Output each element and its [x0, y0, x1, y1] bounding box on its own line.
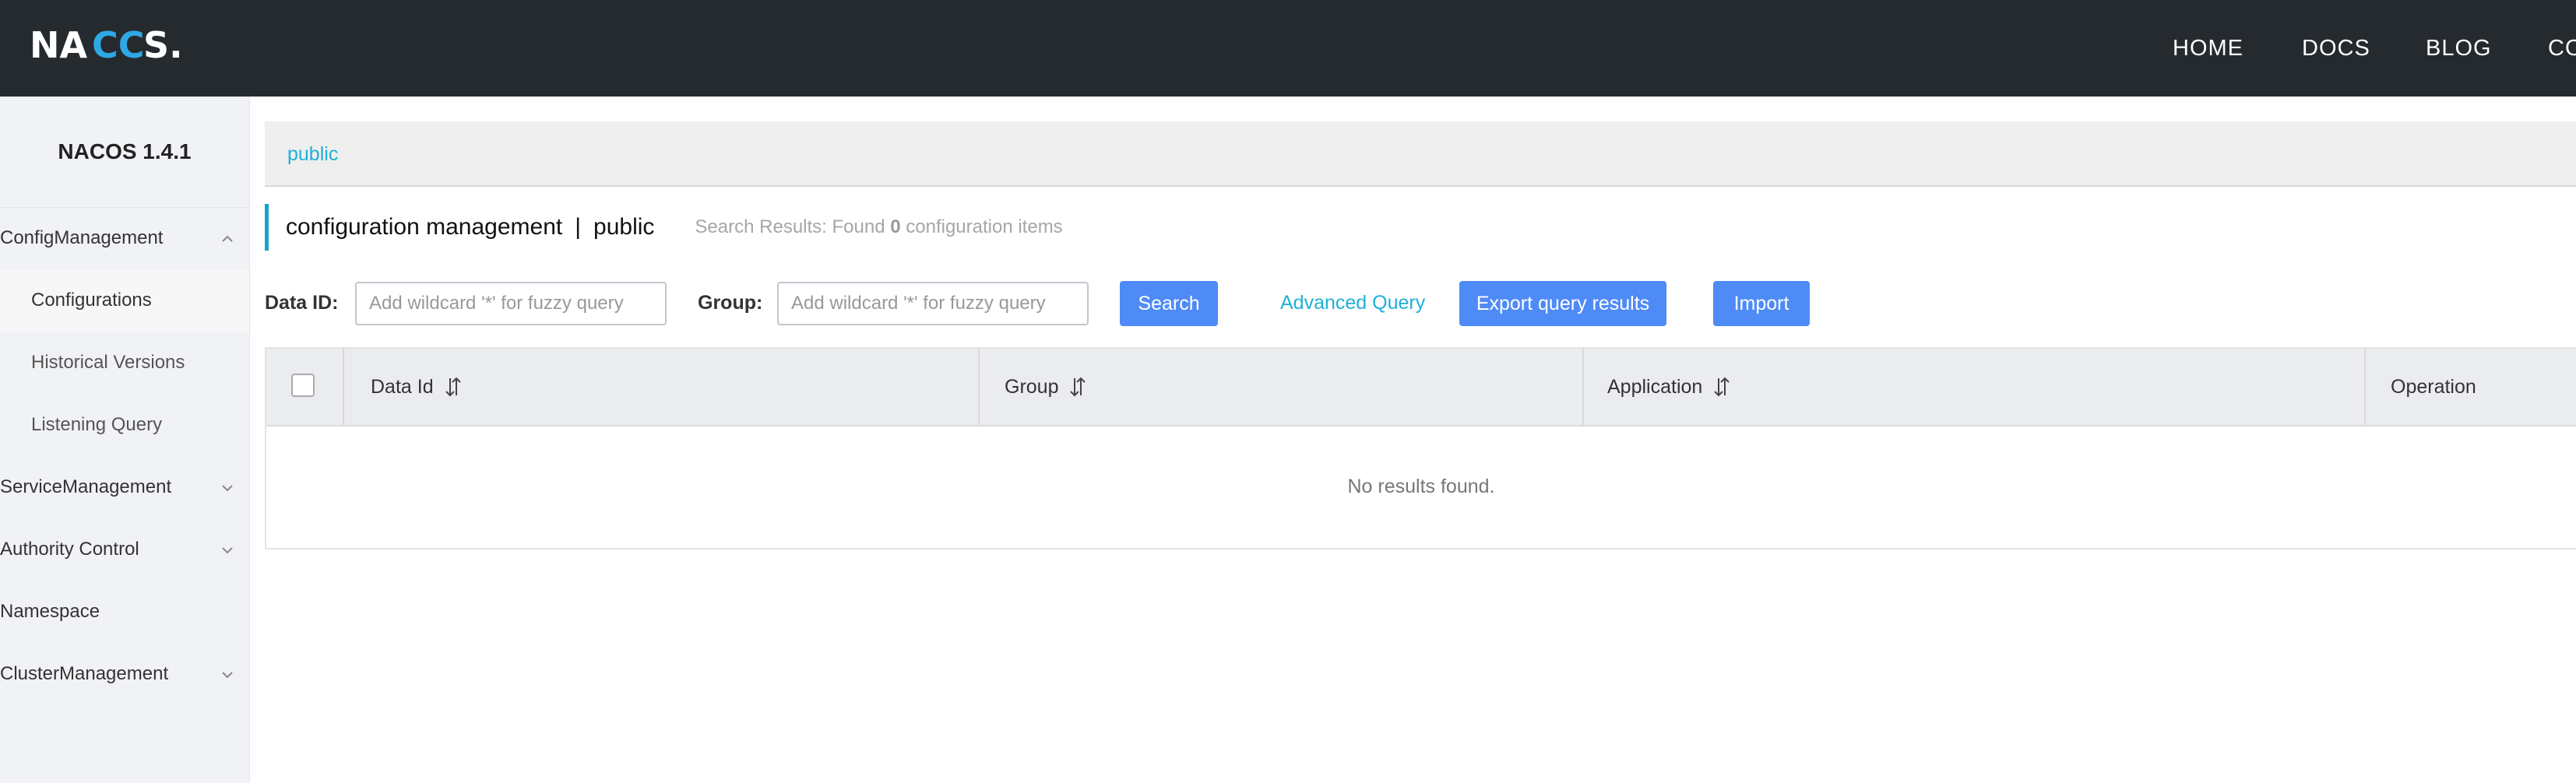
sidebar-item-label: Historical Versions	[31, 352, 185, 373]
sidebar-item-label: ConfigManagement	[0, 227, 164, 248]
logo-mark: NA CC S.	[30, 24, 183, 66]
sidebar-item-historical-versions[interactable]: Historical Versions	[0, 332, 249, 394]
advanced-query-link[interactable]: Advanced Query	[1280, 292, 1425, 314]
data-id-input[interactable]	[355, 282, 667, 325]
title-separator: |	[575, 214, 582, 240]
sidebar-item-configurations[interactable]: Configurations	[0, 269, 249, 332]
nacos-logo[interactable]: NA CC S.	[30, 22, 185, 68]
column-header-group[interactable]: Group	[1005, 349, 1086, 425]
column-divider	[2364, 349, 2366, 425]
chevron-up-icon	[220, 230, 235, 246]
sidebar-title: NACOS 1.4.1	[0, 97, 249, 208]
column-divider	[978, 349, 980, 425]
column-divider	[1582, 349, 1584, 425]
config-table: Data Id Group Application Operation No r…	[265, 347, 2576, 550]
column-label: Data Id	[371, 375, 434, 398]
empty-state-message: No results found.	[1347, 475, 1495, 497]
column-divider	[343, 349, 344, 425]
chevron-down-icon	[220, 542, 235, 557]
nav-docs[interactable]: DOCS	[2302, 0, 2370, 97]
column-label: Operation	[2391, 375, 2476, 398]
sidebar-item-service-management[interactable]: ServiceManagement	[0, 456, 249, 518]
sidebar-item-label: ClusterManagement	[0, 663, 169, 684]
result-count: 0	[890, 216, 901, 237]
top-nav-bar: NA CC S. HOME DOCS BLOG CO	[0, 0, 2576, 97]
sidebar: NACOS 1.4.1 ConfigManagement Configurati…	[0, 97, 250, 783]
sidebar-item-cluster-management[interactable]: ClusterManagement	[0, 643, 249, 705]
result-prefix: Search Results: Found	[695, 216, 885, 237]
data-id-label: Data ID:	[265, 292, 339, 314]
sidebar-item-label: Namespace	[0, 601, 100, 622]
select-all-checkbox[interactable]	[291, 374, 315, 397]
group-label: Group:	[698, 292, 763, 314]
namespace-public-link[interactable]: public	[287, 121, 338, 187]
column-label: Application	[1607, 375, 1703, 398]
page-namespace: public	[593, 214, 655, 240]
search-button[interactable]: Search	[1120, 281, 1218, 326]
sidebar-item-listening-query[interactable]: Listening Query	[0, 394, 249, 456]
sort-icon[interactable]	[1069, 376, 1086, 398]
sidebar-item-label: Configurations	[31, 290, 152, 311]
sidebar-item-label: Authority Control	[0, 539, 139, 560]
search-result-summary: Search Results: Found 0 configuration it…	[695, 216, 1062, 238]
chevron-down-icon	[220, 666, 235, 682]
sidebar-item-label: Listening Query	[31, 414, 163, 435]
export-query-results-button[interactable]: Export query results	[1459, 281, 1666, 326]
sidebar-item-authority-control[interactable]: Authority Control	[0, 518, 249, 581]
column-header-operation: Operation	[2391, 349, 2476, 425]
nav-home[interactable]: HOME	[2173, 0, 2243, 97]
result-suffix: configuration items	[906, 216, 1063, 237]
svg-text:NA: NA	[30, 24, 87, 66]
sidebar-item-namespace[interactable]: Namespace	[0, 581, 249, 643]
nav-community[interactable]: CO	[2548, 0, 2576, 97]
svg-text:CC: CC	[92, 24, 145, 66]
table-header: Data Id Group Application Operation	[266, 349, 2576, 427]
svg-text:S.: S.	[143, 24, 183, 66]
chevron-down-icon	[220, 479, 235, 495]
import-button[interactable]: Import	[1713, 281, 1810, 326]
column-label: Group	[1005, 375, 1059, 398]
nav-blog[interactable]: BLOG	[2426, 0, 2492, 97]
column-header-application[interactable]: Application	[1607, 349, 1730, 425]
sidebar-item-label: ServiceManagement	[0, 476, 172, 497]
sort-icon[interactable]	[1713, 376, 1730, 398]
sort-icon[interactable]	[445, 376, 462, 398]
namespace-bar: public	[265, 121, 2576, 187]
page-title-row: configuration management | public Search…	[265, 204, 1063, 251]
sidebar-item-config-management[interactable]: ConfigManagement	[0, 207, 249, 269]
page-title: configuration management	[286, 214, 563, 240]
group-input[interactable]	[777, 282, 1089, 325]
column-header-data-id[interactable]: Data Id	[371, 349, 462, 425]
